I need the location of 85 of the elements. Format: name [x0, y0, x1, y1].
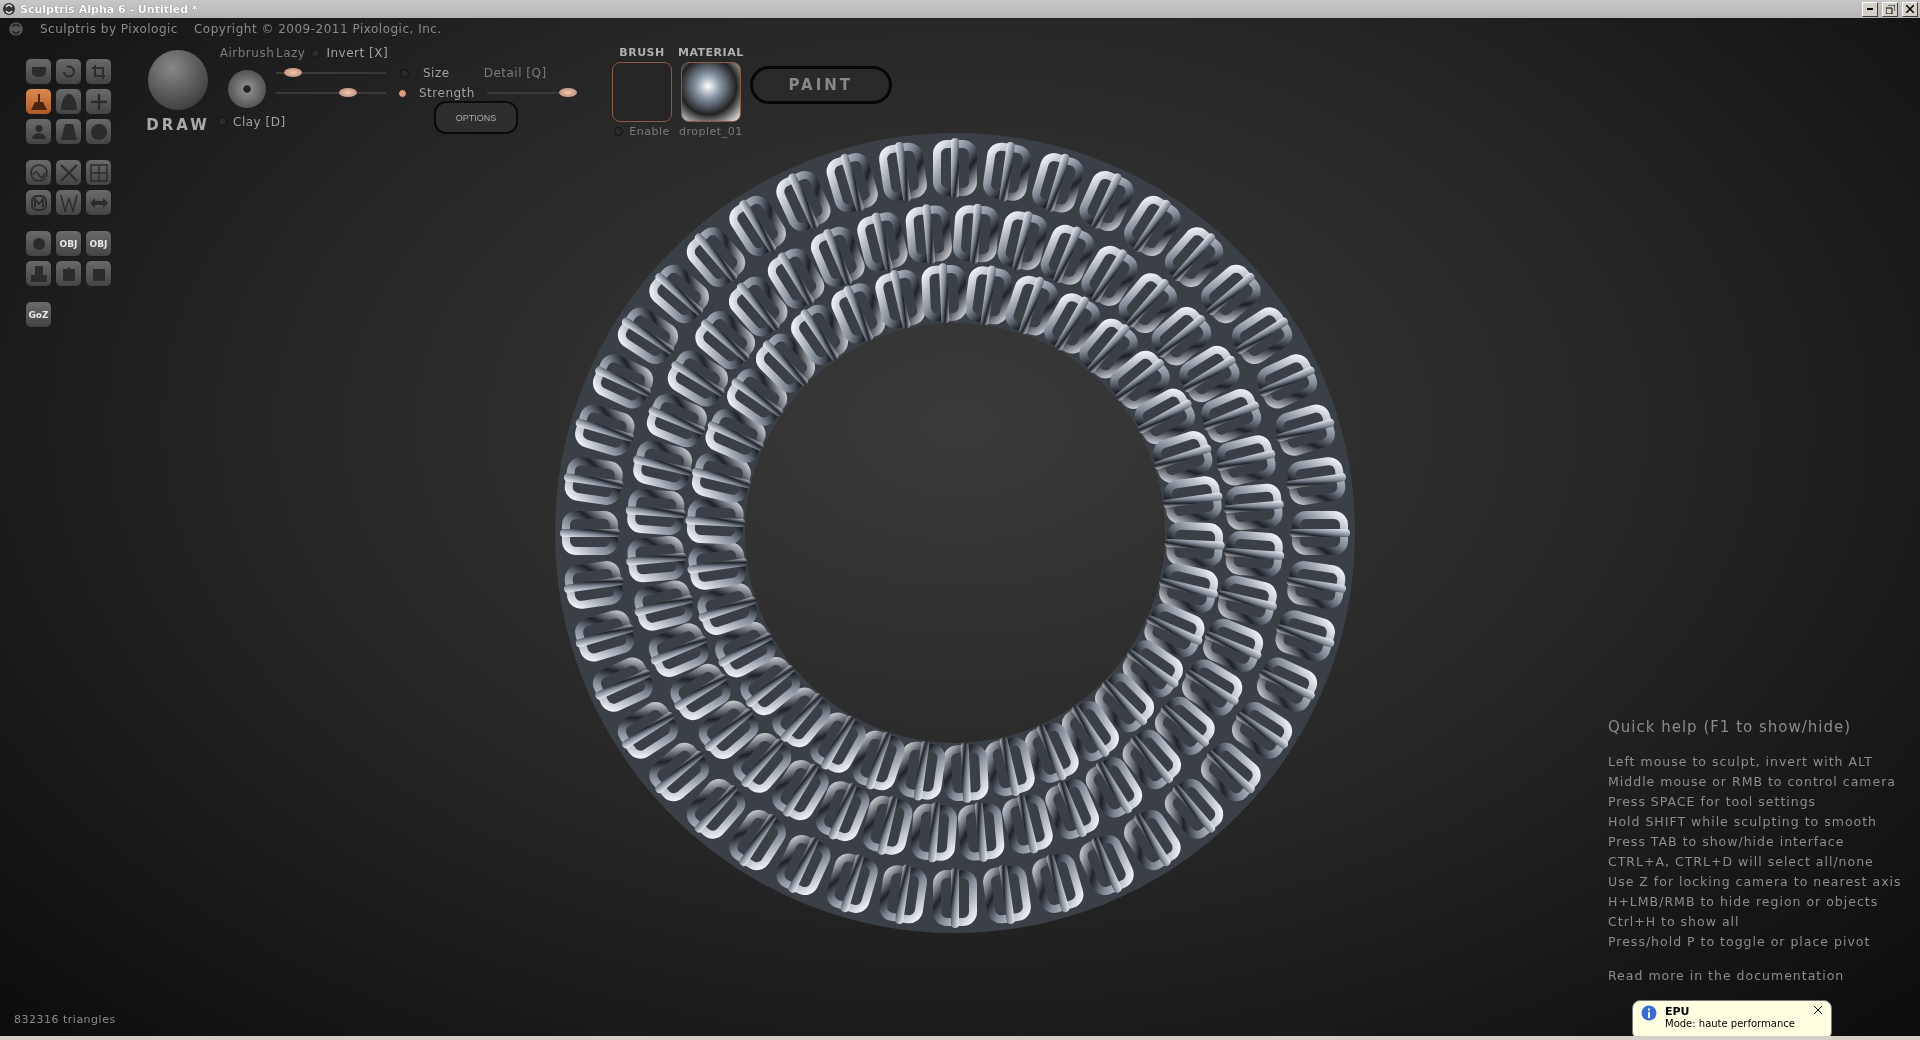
slider-thumb[interactable]: [558, 88, 577, 97]
tool-icon: [29, 122, 48, 141]
restore-button[interactable]: [1882, 1, 1898, 17]
tool-button[interactable]: [85, 159, 112, 186]
tool-button[interactable]: [85, 260, 112, 287]
minimize-icon: [1867, 8, 1873, 10]
tool-button[interactable]: [55, 118, 82, 145]
help-line: Press TAB to show/hide interface: [1608, 834, 1846, 850]
help-line: Press SPACE for tool settings: [1608, 794, 1818, 810]
app-logo-icon: [2, 2, 16, 16]
window-title: Sculptris Alpha 6 - Untitled *: [20, 2, 199, 16]
brush-preview-sphere[interactable]: [148, 50, 208, 110]
close-icon[interactable]: [1813, 1005, 1823, 1015]
tool-button[interactable]: [25, 159, 52, 186]
tool-icon: [29, 92, 48, 111]
strength-toggle[interactable]: [398, 88, 407, 98]
tool-icon: [29, 163, 48, 182]
help-line: Press/hold P to toggle or place pivot: [1608, 934, 1872, 950]
help-line: Hold SHIFT while sculpting to smooth: [1608, 814, 1879, 830]
tool-button[interactable]: [55, 260, 82, 287]
size-label: Size: [423, 66, 450, 80]
tool-button[interactable]: [85, 58, 112, 85]
strength-label: Strength: [419, 86, 475, 100]
lazy-label[interactable]: Lazy: [276, 46, 306, 60]
brush-title: BRUSH: [619, 46, 665, 59]
tool-button[interactable]: [25, 88, 52, 115]
brush-slot[interactable]: [612, 62, 672, 122]
tool-button[interactable]: [25, 260, 52, 287]
tool-button[interactable]: [85, 189, 112, 216]
tool-button[interactable]: [25, 58, 52, 85]
tool-button[interactable]: [25, 189, 52, 216]
tool-button[interactable]: [55, 88, 82, 115]
material-title: MATERIAL: [678, 46, 744, 59]
tool-icon: [59, 92, 78, 111]
tool-icon: [59, 163, 78, 182]
tool-button[interactable]: [55, 58, 82, 85]
tool-button[interactable]: OBJ: [85, 230, 112, 257]
help-line: CTRL+A, CTRL+D will select all/none: [1608, 854, 1875, 870]
material-name: droplet_01: [679, 125, 743, 138]
help-line: Use Z for locking camera to nearest axis: [1608, 874, 1902, 890]
help-line: H+LMB/RMB to hide region or objects: [1608, 894, 1880, 910]
tool-button[interactable]: [55, 189, 82, 216]
notification-title: EPU: [1665, 1005, 1691, 1018]
enable-label: Enable: [629, 125, 670, 138]
close-button[interactable]: [1902, 1, 1918, 17]
tool-button[interactable]: [85, 118, 112, 145]
tool-button[interactable]: [55, 159, 82, 186]
help-line: Left mouse to sculpt, invert with ALT: [1608, 754, 1874, 770]
airbrush-disc-icon[interactable]: [228, 70, 266, 108]
tool-button[interactable]: [25, 230, 52, 257]
info-icon: [1641, 1005, 1657, 1021]
detail-label: Detail [Q]: [483, 66, 547, 80]
tool-icon: [89, 122, 108, 141]
app-logo-icon: [8, 21, 24, 37]
minimize-button[interactable]: [1862, 1, 1878, 17]
copyright-text: Copyright © 2009-2011 Pixologic, Inc.: [193, 22, 442, 36]
tool-icon: [89, 163, 108, 182]
tool-icon: [89, 62, 108, 81]
tool-icon: [29, 264, 48, 283]
invert-label: Invert [X]: [326, 46, 389, 60]
triangle-count: 832316 triangles: [14, 1013, 116, 1026]
tool-icon: [59, 122, 78, 141]
slider-thumb[interactable]: [338, 88, 357, 97]
options-button[interactable]: OPTIONS: [433, 101, 519, 134]
tool-button[interactable]: [25, 118, 52, 145]
tool-icon: [89, 92, 108, 111]
material-sphere-slot[interactable]: [680, 62, 741, 122]
app-name: Sculptris by Pixologic: [40, 22, 178, 36]
tool-name: DRAW: [146, 116, 210, 134]
tool-icon: [59, 193, 78, 212]
help-line: Ctrl+H to show all: [1608, 914, 1741, 930]
notification-message: Mode: haute performance: [1665, 1018, 1795, 1029]
tool-icon: [29, 193, 48, 212]
slider-thumb[interactable]: [283, 68, 302, 77]
close-icon: [1906, 5, 1914, 13]
quick-help-title: Quick help (F1 to show/hide): [1608, 718, 1853, 736]
airbrush-label[interactable]: Airbrush: [219, 46, 275, 60]
clay-label: Clay [D]: [233, 114, 286, 129]
restore-icon: [1885, 4, 1895, 14]
tool-button[interactable]: OBJ: [55, 230, 82, 257]
documentation-link[interactable]: Read more in the documentation: [1608, 968, 1902, 983]
tool-button[interactable]: [85, 88, 112, 115]
tool-button[interactable]: GoZ: [25, 301, 52, 328]
help-line: Middle mouse or RMB to control camera: [1608, 774, 1897, 790]
paint-button[interactable]: PAINT: [749, 66, 892, 104]
